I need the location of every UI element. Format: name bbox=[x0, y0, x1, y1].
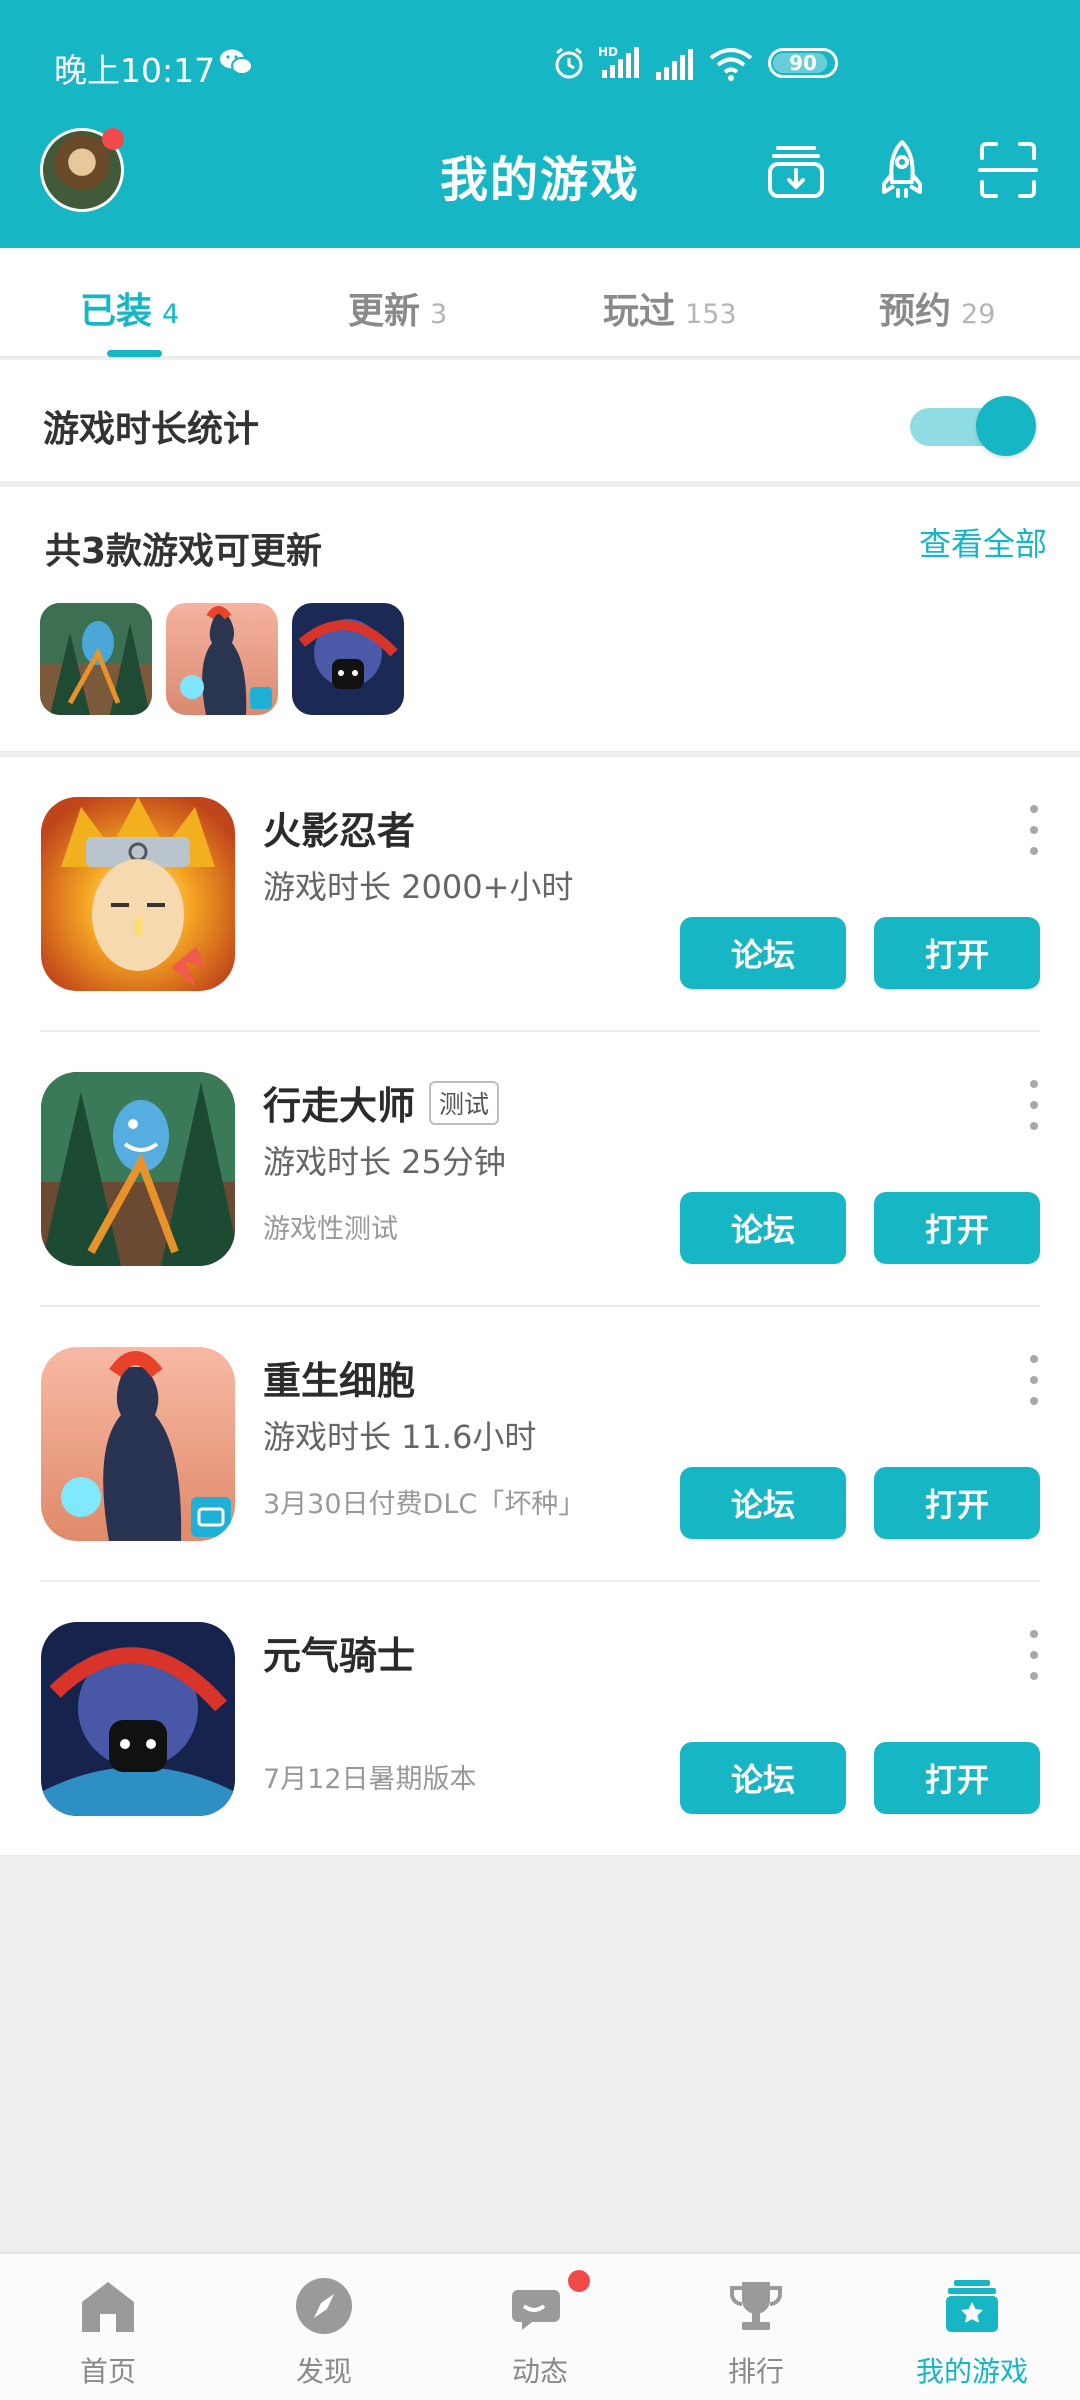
tab-label: 更新 bbox=[348, 291, 421, 332]
updates-title: 共3款游戏可更新 bbox=[45, 531, 323, 572]
game-name-text: 火影忍者 bbox=[263, 809, 416, 853]
forum-button[interactable]: 论坛 bbox=[680, 1467, 846, 1539]
open-button[interactable]: 打开 bbox=[874, 1192, 1040, 1264]
nav-item-home[interactable]: 首页 bbox=[0, 2254, 216, 2400]
game-playtime: 游戏时长 11.6小时 bbox=[263, 1418, 537, 1456]
nav-label: 动态 bbox=[511, 2355, 568, 2388]
deadcells-mini-icon[interactable] bbox=[166, 603, 278, 715]
more-options-icon[interactable] bbox=[1024, 1080, 1044, 1130]
game-subtitle: 3月30日付费DLC「坏种」 bbox=[263, 1489, 586, 1520]
nav-label: 发现 bbox=[295, 2355, 352, 2388]
compass-icon bbox=[296, 2278, 352, 2334]
nav-label: 首页 bbox=[79, 2355, 136, 2388]
playtime-stats-label: 游戏时长统计 bbox=[43, 409, 260, 450]
toggle-knob bbox=[976, 396, 1036, 456]
more-options-icon[interactable] bbox=[1024, 805, 1044, 855]
hd-signal-icon: HD bbox=[598, 45, 639, 78]
nav-item-discover[interactable]: 发现 bbox=[216, 2254, 432, 2400]
game-playtime: 游戏时长 25分钟 bbox=[263, 1143, 506, 1181]
list-item: 重生细胞 游戏时长 11.6小时 3月30日付费DLC「坏种」 论坛 打开 bbox=[0, 1307, 1080, 1582]
deadcells-app-icon[interactable] bbox=[41, 1347, 235, 1541]
walkmaster-mini-icon[interactable] bbox=[40, 603, 152, 715]
walkmaster-app-icon[interactable] bbox=[41, 1072, 235, 1266]
tab-label: 已装 bbox=[80, 291, 153, 332]
soulknight-app-icon[interactable] bbox=[41, 1622, 235, 1816]
game-title: 火影忍者 bbox=[263, 800, 415, 855]
playtime-stats-row: 游戏时长统计 bbox=[0, 360, 1080, 484]
game-title: 行走大师 测试 bbox=[263, 1075, 500, 1130]
open-button[interactable]: 打开 bbox=[874, 1742, 1040, 1814]
forum-button[interactable]: 论坛 bbox=[680, 1742, 846, 1814]
tab-installed[interactable]: 已装 4 bbox=[80, 282, 179, 334]
status-time: 晚上10:17 bbox=[54, 51, 216, 90]
tab-label: 玩过 bbox=[603, 291, 676, 332]
updates-section: 共3款游戏可更新 查看全部 bbox=[0, 487, 1080, 754]
top-bar: 晚上10:17 HD 90 我的游戏 bbox=[0, 0, 1080, 248]
playtime-stats-toggle[interactable] bbox=[910, 392, 1038, 456]
rocket-icon[interactable] bbox=[870, 138, 934, 202]
my-games-icon bbox=[946, 2280, 998, 2332]
soulknight-mini-icon[interactable] bbox=[292, 603, 404, 715]
tab-count: 153 bbox=[685, 299, 737, 330]
game-subtitle: 7月12日暑期版本 bbox=[263, 1764, 477, 1795]
nav-label: 我的游戏 bbox=[915, 2355, 1028, 2388]
nav-label: 排行 bbox=[727, 2355, 784, 2388]
wechat-icon bbox=[220, 49, 253, 75]
installed-games-list: 火影忍者 游戏时长 2000+小时 论坛 打开 行走大师 测试 游戏时长 25分… bbox=[0, 757, 1080, 1857]
tab-label: 预约 bbox=[879, 291, 952, 332]
game-name-text: 重生细胞 bbox=[263, 1359, 416, 1403]
game-name-text: 行走大师 bbox=[263, 1084, 416, 1128]
list-item: 火影忍者 游戏时长 2000+小时 论坛 打开 bbox=[0, 757, 1080, 1032]
divider bbox=[40, 1855, 1040, 1857]
tab-reserved[interactable]: 预约 29 bbox=[879, 282, 995, 334]
chat-icon bbox=[512, 2290, 560, 2330]
tab-count: 4 bbox=[162, 299, 180, 330]
view-all-link[interactable]: 查看全部 bbox=[919, 519, 1047, 565]
tab-count: 29 bbox=[961, 299, 996, 330]
download-manager-icon[interactable] bbox=[764, 138, 828, 202]
svg-text:HD: HD bbox=[598, 45, 618, 59]
active-tab-indicator bbox=[107, 350, 162, 357]
forum-button[interactable]: 论坛 bbox=[680, 1192, 846, 1264]
tab-played[interactable]: 玩过 153 bbox=[603, 282, 737, 334]
battery-level: 90 bbox=[789, 51, 817, 75]
game-title: 重生细胞 bbox=[263, 1350, 415, 1405]
trophy-icon bbox=[730, 2282, 782, 2330]
wifi-icon bbox=[709, 48, 753, 81]
signal-icon bbox=[656, 49, 693, 80]
battery-indicator: 90 bbox=[768, 48, 838, 78]
list-item: 元气骑士 7月12日暑期版本 论坛 打开 bbox=[0, 1582, 1080, 1857]
alarm-icon bbox=[555, 47, 583, 79]
forum-button[interactable]: 论坛 bbox=[680, 917, 846, 989]
activity-notification-dot bbox=[568, 2270, 590, 2292]
bottom-nav: 首页 发现 动态 排行 我的游戏 bbox=[0, 2252, 1080, 2400]
nav-item-my-games[interactable]: 我的游戏 bbox=[864, 2254, 1080, 2400]
nav-item-activity[interactable]: 动态 bbox=[432, 2254, 648, 2400]
game-playtime: 游戏时长 2000+小时 bbox=[263, 868, 574, 906]
tab-bar: 已装 4 更新 3 玩过 153 预约 29 bbox=[0, 248, 1080, 358]
open-button[interactable]: 打开 bbox=[874, 1467, 1040, 1539]
nav-item-ranking[interactable]: 排行 bbox=[648, 2254, 864, 2400]
open-button[interactable]: 打开 bbox=[874, 917, 1040, 989]
tab-count: 3 bbox=[430, 299, 448, 330]
more-options-icon[interactable] bbox=[1024, 1355, 1044, 1405]
tab-updates[interactable]: 更新 3 bbox=[348, 282, 447, 334]
scan-icon[interactable] bbox=[976, 138, 1040, 202]
game-name-text: 元气骑士 bbox=[263, 1634, 416, 1678]
more-options-icon[interactable] bbox=[1024, 1630, 1044, 1680]
game-subtitle: 游戏性测试 bbox=[263, 1214, 398, 1245]
game-title: 元气骑士 bbox=[263, 1625, 415, 1680]
home-icon bbox=[82, 2282, 134, 2332]
list-item: 行走大师 测试 游戏时长 25分钟 游戏性测试 论坛 打开 bbox=[0, 1032, 1080, 1307]
test-tag: 测试 bbox=[429, 1080, 500, 1125]
naruto-app-icon[interactable] bbox=[41, 797, 235, 991]
